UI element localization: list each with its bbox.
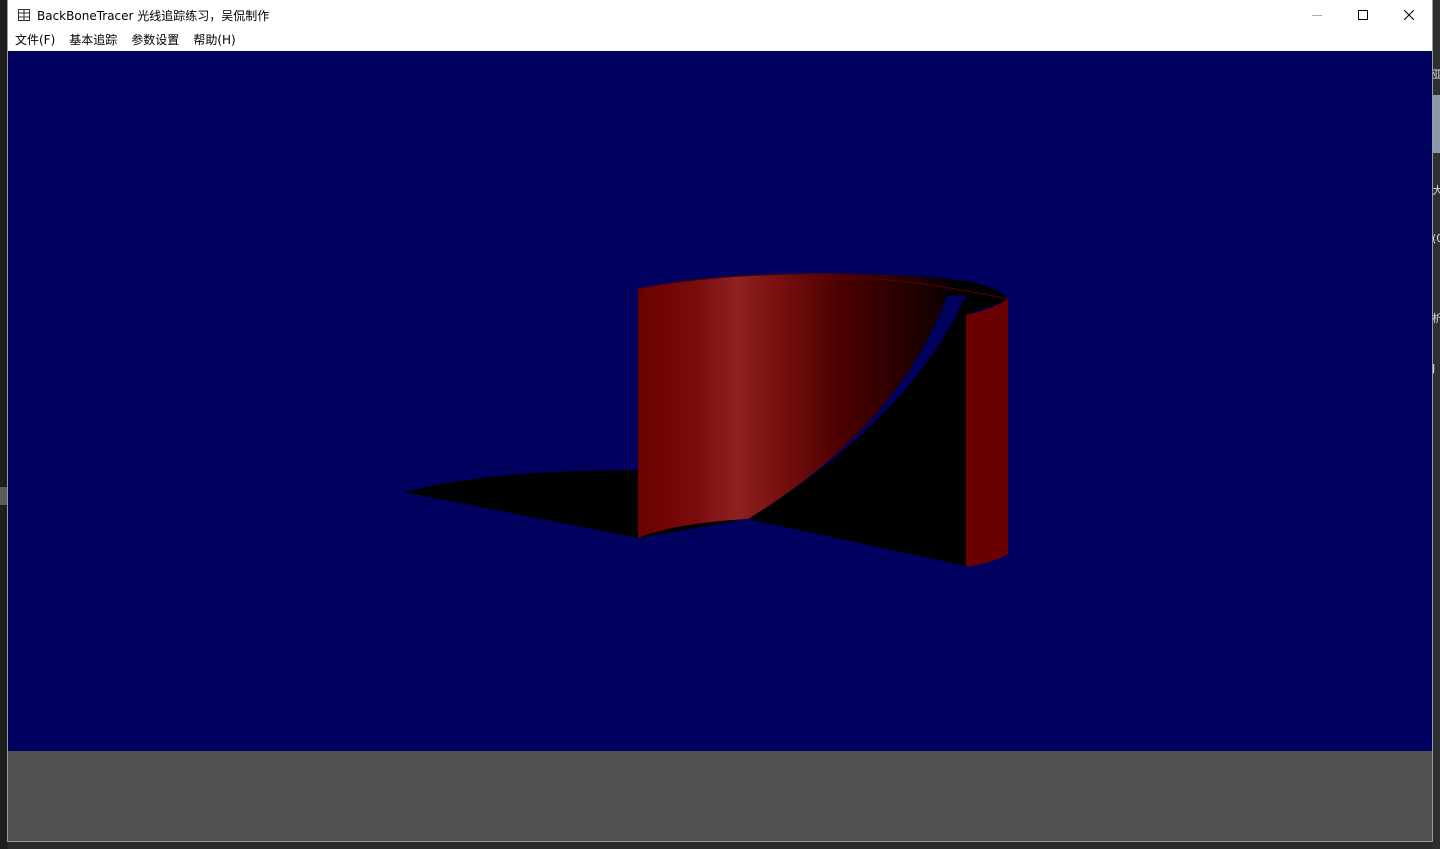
desktop-hint-text: 大: [1432, 184, 1440, 197]
render-canvas[interactable]: [8, 51, 1432, 751]
window-title: BackBoneTracer 光线追踪练习，吴侃制作: [37, 9, 270, 23]
rendered-scene: [404, 273, 1009, 567]
app-window: BackBoneTracer 光线追踪练习，吴侃制作 文件(F) 基本追踪 参数…: [8, 0, 1432, 841]
title-bar[interactable]: BackBoneTracer 光线追踪练习，吴侃制作: [8, 0, 1432, 30]
desktop-thumbnail: [1432, 95, 1440, 153]
desktop-background-left: [0, 0, 8, 849]
minimize-button[interactable]: [1294, 0, 1340, 30]
bottom-panel: [8, 751, 1432, 841]
desktop-hint-text: (0: [1432, 232, 1440, 245]
app-icon: [18, 9, 30, 21]
menu-file[interactable]: 文件(F): [8, 30, 62, 50]
cast-shadow: [404, 470, 638, 538]
menu-help[interactable]: 帮助(H): [186, 30, 242, 50]
maximize-button[interactable]: [1340, 0, 1386, 30]
menu-basic-tracing[interactable]: 基本追踪: [62, 30, 124, 50]
close-icon: [1404, 10, 1414, 20]
menu-parameter-settings[interactable]: 参数设置: [124, 30, 186, 50]
desktop-background-right: 亚 大 (0 析 J: [1432, 0, 1440, 849]
cylinder-cut-face: [966, 299, 1008, 567]
menu-bar: 文件(F) 基本追踪 参数设置 帮助(H): [8, 30, 1432, 50]
desktop-scroll-marker: [0, 487, 8, 505]
minimize-icon: [1312, 15, 1322, 16]
maximize-icon: [1358, 10, 1368, 20]
desktop-hint-text: 亚: [1432, 68, 1440, 81]
desktop-hint-text: J: [1432, 362, 1436, 375]
desktop-hint-text: 析: [1432, 312, 1440, 325]
close-button[interactable]: [1386, 0, 1432, 30]
